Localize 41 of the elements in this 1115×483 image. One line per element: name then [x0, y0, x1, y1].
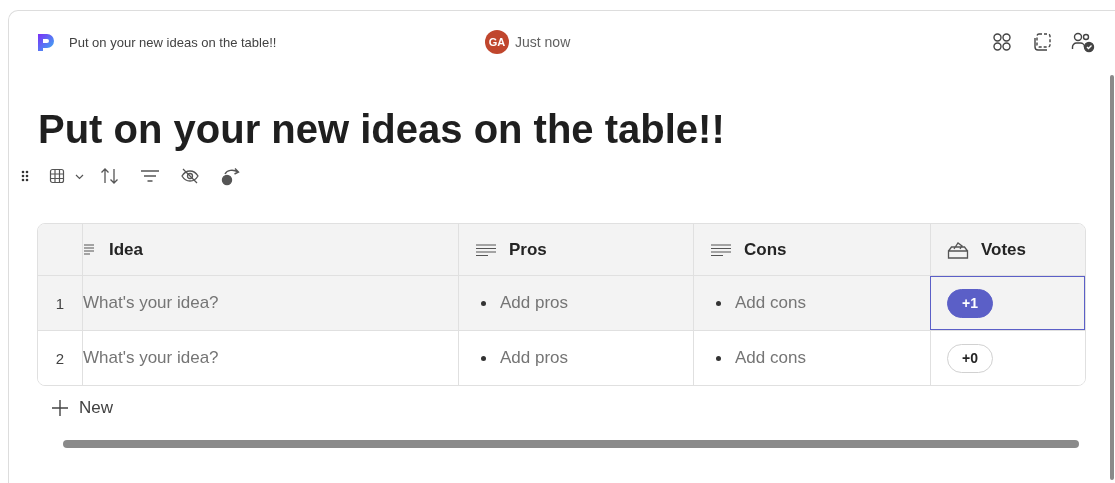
bullet-icon — [481, 300, 486, 306]
column-header[interactable]: Cons — [744, 239, 787, 260]
row-number: 2 — [55, 349, 65, 367]
horizontal-scrollbar[interactable] — [63, 440, 1079, 448]
table-row[interactable]: 1 What's your idea? Add pros Add cons +1 — [38, 276, 1085, 331]
page-title: Put on your new ideas on the table!! — [38, 107, 726, 151]
idea-field[interactable]: What's your idea? — [83, 288, 458, 318]
vote-button[interactable]: +1 — [947, 288, 993, 318]
sort-icon[interactable] — [100, 167, 120, 185]
column-header[interactable]: Votes — [981, 239, 1027, 260]
app-logo-icon — [35, 31, 57, 53]
column-header[interactable]: Idea — [109, 239, 144, 260]
pros-text[interactable]: Add pros — [500, 293, 569, 313]
plus-icon — [51, 399, 69, 417]
share-arrow-icon[interactable] — [220, 166, 242, 186]
vertical-scrollbar[interactable] — [1110, 75, 1114, 480]
cons-text[interactable]: Add cons — [735, 348, 806, 368]
ballot-box-icon — [947, 240, 969, 259]
timestamp: Just now — [515, 34, 571, 50]
text-column-icon — [710, 242, 732, 257]
hidden-eye-icon[interactable] — [180, 167, 200, 185]
people-check-icon[interactable] — [1071, 31, 1095, 53]
title-column-icon — [83, 242, 95, 257]
filter-icon[interactable] — [140, 169, 160, 183]
text-column-icon — [475, 242, 497, 257]
cons-text[interactable]: Add cons — [735, 293, 806, 313]
column-header[interactable]: Pros — [509, 239, 547, 260]
document-name[interactable]: Put on your new ideas on the table!! — [69, 34, 277, 50]
row-number: 1 — [55, 294, 65, 312]
bullet-icon — [481, 355, 486, 361]
pros-text[interactable]: Add pros — [500, 348, 569, 368]
bullet-icon — [716, 300, 721, 306]
user-avatar[interactable]: GA — [485, 30, 509, 54]
new-row-link[interactable]: New — [79, 398, 113, 418]
bullet-icon — [716, 355, 721, 361]
copy-icon[interactable] — [1031, 31, 1053, 53]
command-icon[interactable] — [991, 31, 1013, 53]
table-row[interactable]: 2 What's your idea? Add pros Add cons +0 — [38, 331, 1085, 385]
idea-field[interactable]: What's your idea? — [83, 343, 458, 373]
vote-button[interactable]: +0 — [947, 343, 993, 373]
drag-handle-icon[interactable] — [21, 170, 29, 182]
